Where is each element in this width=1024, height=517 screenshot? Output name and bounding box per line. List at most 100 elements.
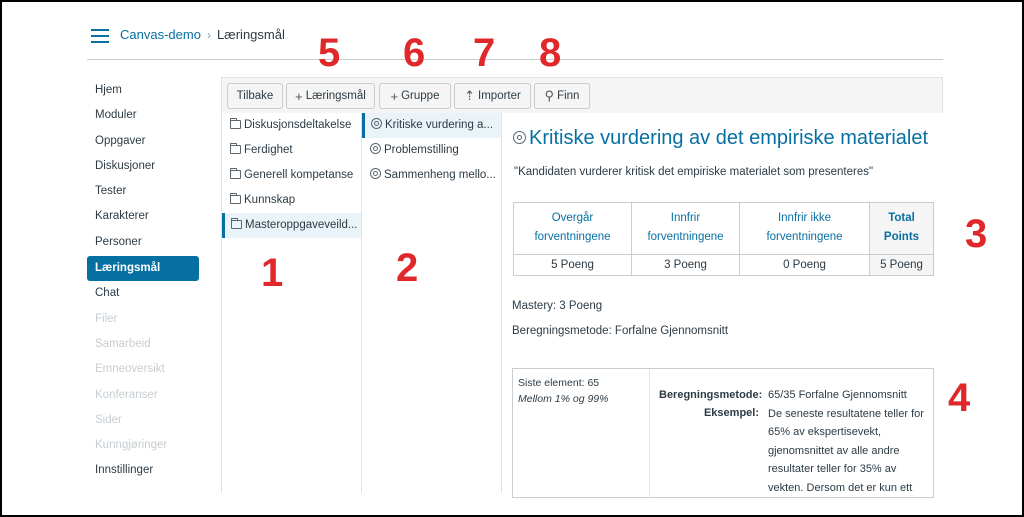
annotation-number: 3 [965,212,988,256]
nav-item[interactable]: Hjem [87,78,199,103]
outcome-group-item[interactable]: Kunnskap [222,188,361,213]
annotation-number: 1 [261,251,284,295]
outcome-label: Sammenheng mello... [384,169,496,181]
rubric-points: 3 Poeng [631,254,740,276]
rubric-header: Innfrir ikke forventningene [739,202,870,255]
nav-item[interactable]: Karakterer [87,204,199,229]
folder-icon [230,143,241,154]
outcome-label: Problemstilling [384,144,459,156]
nav-item[interactable]: Oppgaver [87,129,199,154]
folder-icon [230,168,241,179]
rubric-header: Innfrir forventningene [631,202,740,255]
outcome-group-item[interactable]: Ferdighet [222,138,361,163]
mastery-text: Mastery: 3 Poeng [512,300,603,312]
breadcrumb-current: Læringsmål [216,27,285,42]
outcome-item[interactable]: Problemstilling [362,138,501,163]
search-icon: ⚲ [544,88,555,103]
annotation-number: 4 [948,376,971,420]
example-label: Eksempel: [703,407,759,419]
outcomes-column: Kritiske vurdering a... Problemstilling Sa… [362,113,502,493]
folder-icon [230,193,241,204]
outcome-description: "Kandidaten vurderer kritisk det empiris… [514,166,874,178]
find-button[interactable]: ⚲ Finn [534,83,590,109]
import-button[interactable]: ⇡ Importer [454,83,531,109]
find-label: Finn [557,90,580,102]
nav-item[interactable]: Filer [87,307,199,332]
hamburger-menu-icon[interactable] [91,29,109,43]
nav-item[interactable]: Samarbeid [87,332,199,357]
nav-item[interactable]: Innstillinger [87,458,199,483]
nav-item[interactable]: Kunngjøringer [87,433,199,458]
outcome-title: Kritiske vurdering av det empiriske mate… [513,127,928,150]
outcome-item[interactable]: Kritiske vurdering a... [362,113,501,138]
outcome-groups-column: Diskusjonsdeltakelse Ferdighet Generell ko… [221,113,362,493]
calculation-method-text: Beregningsmetode: Forfalne Gjennomsnitt [512,325,729,337]
calculation-info-box: Siste element: 65 Mellom 1% og 99% Bereg… [512,368,934,499]
course-navigation: Hjem Moduler Oppgaver Diskusjoner Tester Kara… [87,78,199,484]
box-divider [649,369,650,499]
nav-item[interactable]: Konferanser [87,383,199,408]
back-button-label: Tilbake [236,90,274,102]
example-text: De seneste resultatene teller for 65% av… [768,407,924,494]
add-outcome-label: Læringsmål [305,90,366,102]
calculation-params: Siste element: 65 Mellom 1% og 99% [518,375,608,407]
annotation-number: 8 [539,31,562,75]
range-text: Mellom 1% og 99% [518,393,609,405]
screenshot-frame: Canvas-demo › Læringsmål Hjem Moduler Oppg… [0,0,1024,517]
outcome-target-icon [513,131,526,144]
folder-icon [231,218,242,229]
nav-item[interactable]: Læringsmål [87,256,199,282]
outcome-group-label: Diskusjonsdeltakelse [244,119,352,131]
nav-item[interactable]: Sider [87,408,199,433]
nav-item[interactable]: Emneoversikt [87,357,199,382]
outcome-group-label: Generell kompetanse [244,169,354,181]
nav-item[interactable]: Moduler [87,103,199,128]
back-button[interactable]: Tilbake [227,83,283,109]
outcome-target-icon [371,118,382,129]
outcome-group-item[interactable]: Diskusjonsdeltakelse [222,113,361,138]
breadcrumb: Canvas-demo › Læringsmål [120,27,285,42]
header-divider [87,59,943,60]
upload-icon: ⇡ [464,88,476,103]
calculation-values: 65/35 Forfalne Gjennomsnitt De seneste r… [768,386,928,497]
annotation-number: 7 [473,31,496,75]
nav-item[interactable]: Tester [87,179,199,204]
outcome-group-label: Ferdighet [244,144,293,156]
nav-item[interactable]: Personer [87,230,199,255]
outcome-target-icon [370,143,381,154]
method-value: 65/35 Forfalne Gjennomsnitt [768,389,907,401]
outcome-group-label: Masteroppgaveveild... [245,219,358,231]
annotation-number: 5 [318,31,341,75]
annotation-number: 6 [403,31,426,75]
outcome-label: Kritiske vurdering a... [385,119,494,131]
outcomes-toolbar: Tilbake + Læringsmål + Gruppe ⇡ Importer ⚲ F… [221,77,943,113]
outcome-group-item[interactable]: Generell kompetanse [222,163,361,188]
annotation-number: 2 [396,246,419,290]
breadcrumb-separator-icon: › [206,27,211,42]
method-label: Beregningsmetode: [659,389,763,401]
folder-icon [230,118,241,129]
import-label: Importer [478,90,521,102]
outcome-title-text: Kritiske vurdering av det empiriske mate… [529,127,929,149]
add-group-button[interactable]: + Gruppe [379,83,451,109]
rubric-header-total: Total Points [869,202,934,255]
add-group-label: Gruppe [401,90,440,102]
nav-item[interactable]: Chat [87,281,199,306]
last-item-text: Siste element: 65 [518,377,600,389]
outcome-item[interactable]: Sammenheng mello... [362,163,501,188]
breadcrumb-course-link[interactable]: Canvas-demo [120,27,201,42]
rubric-points-total: 5 Poeng [869,254,934,276]
outcome-group-item[interactable]: Masteroppgaveveild... [222,213,361,238]
rubric-table: Overgår forventningene Innfrir forventni… [513,202,934,276]
rubric-header: Overgår forventningene [513,202,632,255]
plus-icon: + [390,88,399,104]
outcome-group-label: Kunnskap [244,194,296,206]
outcome-detail-panel: Kritiske vurdering av det empiriske mate… [502,113,943,499]
plus-icon: + [295,88,303,104]
rubric-points: 5 Poeng [513,254,632,276]
calculation-labels: Beregningsmetode: Eksempel: [659,386,763,422]
add-outcome-button[interactable]: + Læringsmål [286,83,375,109]
nav-item[interactable]: Diskusjoner [87,154,199,179]
outcome-target-icon [370,168,381,179]
rubric-points: 0 Poeng [739,254,870,276]
